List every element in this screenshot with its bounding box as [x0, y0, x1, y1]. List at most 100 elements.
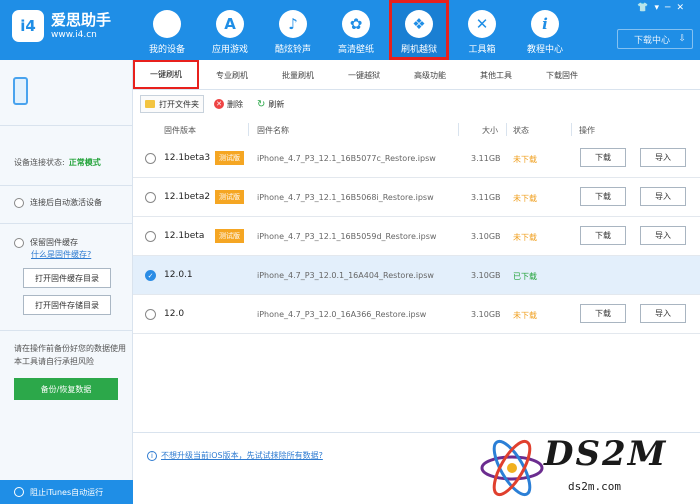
- col-version[interactable]: 固件版本: [164, 125, 196, 136]
- download-status: 未下载: [513, 311, 537, 320]
- tab-other-tools[interactable]: 其他工具: [463, 60, 529, 90]
- tab-one-click-flash[interactable]: 一键刷机: [133, 60, 199, 89]
- auto-activate-option[interactable]: 连接后自动激活设备: [14, 197, 102, 208]
- tab-pro-flash[interactable]: 专业刷机: [199, 60, 265, 90]
- watermark: DS2M ds2m.com: [476, 432, 700, 504]
- refresh-icon: ↻: [257, 98, 266, 110]
- erase-data-link[interactable]: 不想升级当前iOS版本，先试试抹除所有数据?: [161, 450, 323, 461]
- app-logo: i4 爱思助手 www.i4.cn: [12, 10, 111, 42]
- table-row[interactable]: 12.1beta2 测试版 iPhone_4.7_P3_12.1_16B5068i_…: [133, 178, 700, 217]
- close-icon[interactable]: ✕: [676, 3, 690, 13]
- nav-tutorials[interactable]: i 教程中心: [515, 0, 575, 60]
- info-icon: i: [147, 450, 157, 461]
- divider: [0, 223, 132, 224]
- nav-my-device[interactable]: 我的设备: [137, 0, 197, 60]
- backup-restore-button[interactable]: 备份/恢复数据: [14, 378, 118, 400]
- keep-cache-option[interactable]: 保留固件缓存: [14, 237, 78, 248]
- download-status: 未下载: [513, 233, 537, 242]
- col-size[interactable]: 大小: [482, 125, 498, 136]
- tab-advanced[interactable]: 高级功能: [397, 60, 463, 90]
- beta-badge: 测试版: [215, 190, 244, 204]
- folder-icon: [145, 100, 155, 108]
- download-button[interactable]: 下载: [580, 304, 626, 323]
- i4-logo-icon: i4: [12, 10, 44, 42]
- device-area: [0, 60, 132, 126]
- import-button[interactable]: 导入: [640, 226, 686, 245]
- keep-cache-radio[interactable]: [14, 237, 24, 248]
- open-cache-dir-button[interactable]: 打开固件缓存目录: [23, 268, 111, 288]
- download-button[interactable]: 下载: [580, 148, 626, 167]
- apple-icon: [153, 10, 181, 38]
- nav-wallpapers[interactable]: ✿ 高清壁纸: [326, 0, 386, 60]
- skin-icon[interactable]: 👕: [637, 3, 654, 13]
- table-row[interactable]: 12.0 iPhone_4.7_P3_12.0_16A366_Restore.ip…: [133, 295, 700, 334]
- import-button[interactable]: 导入: [640, 187, 686, 206]
- device-status: 设备连接状态: 正常模式: [0, 126, 132, 186]
- nav-ringtones[interactable]: ♪ 酷炫铃声: [263, 0, 323, 60]
- phone-icon: [13, 77, 28, 105]
- firmware-name: iPhone_4.7_P3_12.1_16B5059d_Restore.ipsw: [257, 232, 437, 241]
- open-folder-button[interactable]: 打开文件夹: [140, 95, 204, 113]
- beta-badge: 测试版: [215, 229, 244, 243]
- app-url: www.i4.cn: [51, 30, 97, 40]
- download-center-label: 下载中心: [634, 35, 671, 46]
- left-panel: 设备连接状态: 正常模式 连接后自动激活设备 保留固件缓存 什么是固件缓存? 打开…: [0, 60, 133, 504]
- top-header: i4 爱思助手 www.i4.cn 我的设备 A 应用游戏 ♪ 酷炫铃声 ✿ 高…: [0, 0, 700, 60]
- status-value: 正常模式: [68, 158, 101, 167]
- nav-toolbox[interactable]: ✕ 工具箱: [452, 0, 512, 60]
- table-row[interactable]: 12.1beta 测试版 iPhone_4.7_P3_12.1_16B5059d_R…: [133, 217, 700, 256]
- download-icon: ⇩: [678, 34, 686, 44]
- toolbar: 打开文件夹 ✕ 删除 ↻ 刷新: [133, 91, 700, 117]
- nav-flash-jailbreak[interactable]: ❖ 刷机越狱: [389, 0, 449, 60]
- tab-batch-flash[interactable]: 批量刷机: [265, 60, 331, 90]
- col-status[interactable]: 状态: [513, 125, 529, 136]
- tab-bar: 一键刷机 专业刷机 批量刷机 一键越狱 高级功能 其他工具 下载固件: [133, 60, 700, 90]
- firmware-version: 12.1beta3: [164, 153, 211, 163]
- tools-icon: ✕: [468, 10, 496, 38]
- radio-button[interactable]: [145, 309, 156, 320]
- firmware-name: iPhone_4.7_P3_12.1_16B5068i_Restore.ipsw: [257, 193, 434, 202]
- radio-selected-icon[interactable]: ✓: [145, 270, 156, 281]
- watermark-domain: ds2m.com: [568, 480, 621, 493]
- tab-one-click-jailbreak[interactable]: 一键越狱: [331, 60, 397, 90]
- tab-download-firmware[interactable]: 下载固件: [529, 60, 595, 90]
- download-status: 已下载: [513, 272, 537, 281]
- bell-icon: ♪: [279, 10, 307, 38]
- radio-button[interactable]: [145, 153, 156, 164]
- open-storage-dir-button[interactable]: 打开固件存储目录: [23, 295, 111, 315]
- radio-button[interactable]: [145, 192, 156, 203]
- status-label: 设备连接状态:: [14, 158, 65, 167]
- flower-icon: ✿: [342, 10, 370, 38]
- firmware-name: iPhone_4.7_P3_12.0_16A366_Restore.ipsw: [257, 310, 427, 319]
- col-name[interactable]: 固件名称: [257, 125, 289, 136]
- firmware-size: 3.11GB: [471, 193, 501, 202]
- firmware-size: 3.11GB: [471, 154, 501, 163]
- nav-apps-games[interactable]: A 应用游戏: [200, 0, 260, 60]
- beta-badge: 测试版: [215, 151, 244, 165]
- radio-button[interactable]: [145, 231, 156, 242]
- download-status: 未下载: [513, 194, 537, 203]
- delete-button[interactable]: ✕ 删除: [210, 95, 247, 113]
- block-itunes-radio[interactable]: [14, 487, 24, 497]
- table-row[interactable]: ✓ 12.0.1 iPhone_4.7_P3_12.0.1_16A404_Resto…: [133, 256, 700, 295]
- import-button[interactable]: 导入: [640, 304, 686, 323]
- refresh-button[interactable]: ↻ 刷新: [253, 95, 288, 113]
- download-center-button[interactable]: 下载中心 ⇩: [617, 29, 693, 49]
- minimize-icon[interactable]: ─: [665, 3, 676, 13]
- block-itunes-option[interactable]: 阻止iTunes自动运行: [0, 480, 133, 504]
- download-status: 未下载: [513, 155, 537, 164]
- auto-activate-radio[interactable]: [14, 197, 24, 208]
- table-row[interactable]: 12.1beta3 测试版 iPhone_4.7_P3_12.1_16B5077c_…: [133, 139, 700, 178]
- download-button[interactable]: 下载: [580, 187, 626, 206]
- what-is-cache-link[interactable]: 什么是固件缓存?: [31, 249, 91, 260]
- import-button[interactable]: 导入: [640, 148, 686, 167]
- firmware-size: 3.10GB: [471, 232, 501, 241]
- table-header: 固件版本 固件名称 大小 状态 操作: [133, 121, 700, 139]
- firmware-name: iPhone_4.7_P3_12.1_16B5077c_Restore.ipsw: [257, 154, 436, 163]
- menu-icon[interactable]: ▾: [655, 3, 666, 13]
- dropbox-icon: ❖: [405, 10, 433, 38]
- divider: [0, 330, 132, 331]
- footer-tip: i 不想升级当前iOS版本，先试试抹除所有数据?: [147, 450, 323, 461]
- info-icon: i: [531, 10, 559, 38]
- download-button[interactable]: 下载: [580, 226, 626, 245]
